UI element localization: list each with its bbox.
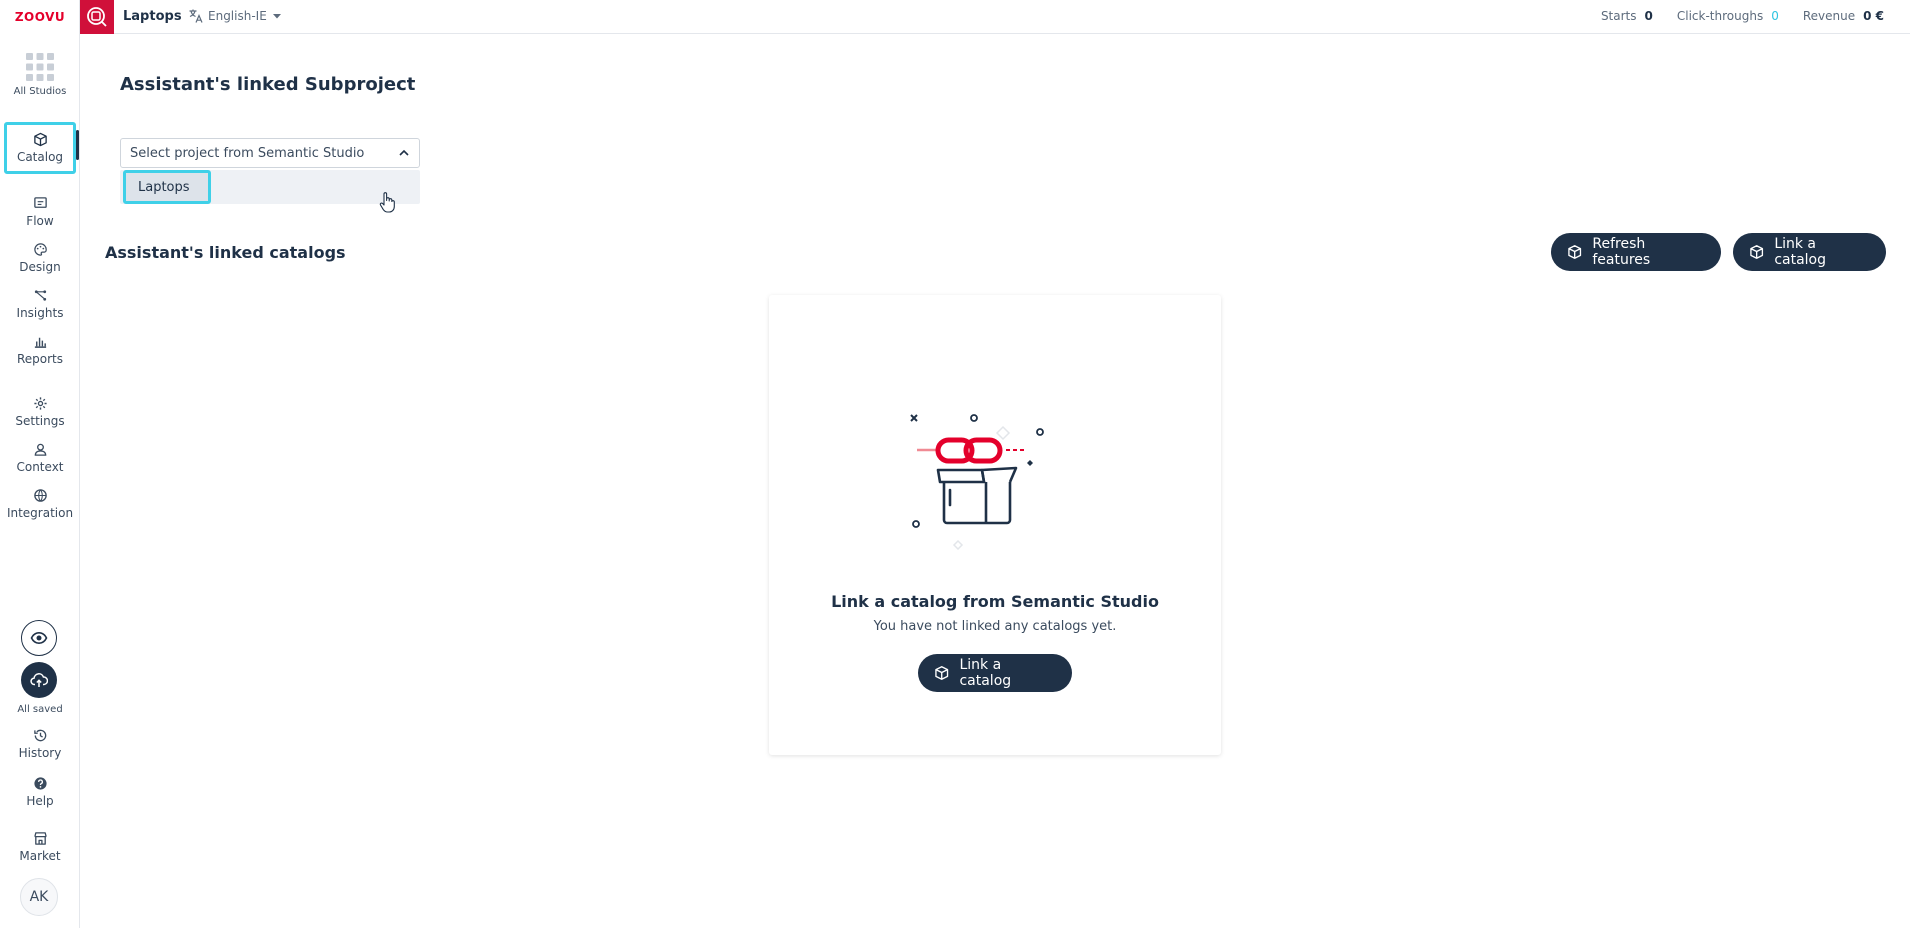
cube-icon [1568,245,1582,259]
sidebar-item-label: Market [19,849,61,863]
language-label: English-IE [208,9,267,23]
stats-summary: Starts 0 Click-throughs 0 Revenue 0 € [1601,9,1884,23]
sidebar-item-reports[interactable]: Reports [4,330,76,370]
grid-icon [26,53,54,81]
select-placeholder: Select project from Semantic Studio [130,145,365,161]
app-icon[interactable] [80,0,114,34]
sidebar-item-help[interactable]: Help [4,772,76,812]
sidebar-item-label: Insights [16,306,64,320]
linked-box-illustration [910,414,1044,550]
sidebar-item-settings[interactable]: Settings [4,392,76,432]
stat-revenue: Revenue 0 € [1802,9,1884,23]
sidebar-item-label: Integration [6,506,74,520]
sidebar-item-integration[interactable]: Integration [4,484,76,524]
sidebar-item-label: Catalog [16,150,64,164]
save-status: All saved [17,704,63,715]
avatar[interactable]: AK [20,878,58,916]
history-icon [33,729,46,742]
sidebar-item-design[interactable]: Design [4,238,76,278]
sidebar-item-label: All Studios [13,86,67,97]
refresh-features-button[interactable]: Refresh features [1551,233,1721,271]
flow-icon [33,197,47,208]
preview-button[interactable] [21,620,57,656]
search-product-icon [87,7,107,27]
empty-state-link-catalog-button[interactable]: Link a catalog [918,654,1072,692]
help-icon [33,777,47,790]
sidebar-item-label: Reports [16,352,64,366]
project-select[interactable]: Select project from Semantic Studio [120,138,420,168]
top-bar: Laptops English-IE Starts 0 Click-through… [80,0,1910,34]
empty-state-card: Link a catalog from Semantic Studio You … [769,295,1221,755]
bar-chart-icon [34,337,46,348]
caret-down-icon [272,14,281,19]
chevron-up-icon [399,149,409,156]
store-icon [33,832,47,845]
project-dropdown: Laptops [120,170,420,204]
zoovu-logo[interactable]: ZOOVU [0,0,80,34]
catalogs-heading: Assistant's linked catalogs [105,243,346,262]
sidebar-item-label: Flow [26,214,54,228]
active-indicator [76,130,79,160]
person-icon [34,443,46,456]
cube-icon [33,132,47,147]
subproject-heading: Assistant's linked Subproject [120,74,416,95]
cloud-upload-icon [30,673,48,687]
stat-click-throughs: Click-throughs 0 [1676,9,1779,23]
language-selector[interactable]: English-IE [188,8,283,24]
eye-icon [30,631,48,645]
translate-icon [189,9,203,23]
stat-starts: Starts 0 [1600,9,1653,23]
button-label: Link a catalog [1774,236,1826,268]
sidebar-item-insights[interactable]: Insights [4,284,76,324]
sidebar-item-market[interactable]: Market [4,826,76,868]
dropdown-option-laptops[interactable]: Laptops [123,170,211,204]
empty-state-title: Link a catalog from Semantic Studio [831,592,1159,611]
sidebar-item-label: Help [26,794,54,808]
gear-icon [33,397,47,410]
insights-icon [34,290,46,301]
palette-icon [33,243,47,256]
sidebar-item-history[interactable]: History [4,724,76,764]
button-label: Refresh features [1592,236,1651,268]
cube-icon [1750,245,1764,259]
sidebar-item-label: Context [16,460,64,474]
cube-icon [935,666,949,680]
sidebar-item-flow[interactable]: Flow [4,192,76,232]
empty-state-subtitle: You have not linked any catalogs yet. [873,619,1117,634]
sidebar-item-label: Settings [15,414,65,428]
button-label: Link a catalog [959,657,1012,689]
sidebar-item-label: History [18,746,62,760]
sidebar-item-label: Design [19,260,61,274]
link-catalog-button[interactable]: Link a catalog [1733,233,1886,271]
app-title: Laptops [123,9,182,24]
sidebar-item-catalog[interactable]: Catalog [4,122,76,174]
globe-icon [33,489,47,502]
hand-cursor-icon [379,192,395,213]
sidebar-item-all-studios[interactable]: All Studios [4,46,76,102]
save-button[interactable] [21,662,57,698]
sidebar-item-context[interactable]: Context [4,438,76,478]
sidebar: ZOOVU All Studios Catalog Flow Design In… [0,0,80,928]
